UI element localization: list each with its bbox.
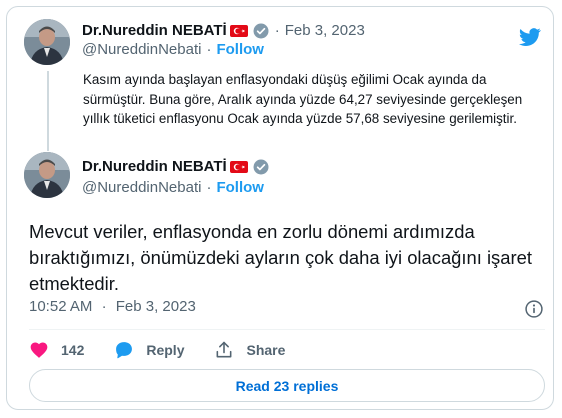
reply-bubble-icon xyxy=(116,342,133,359)
main-handle-row: @NureddinNebati · Follow xyxy=(82,179,264,197)
turkey-flag-icon xyxy=(229,25,248,37)
like-button[interactable]: 142 xyxy=(29,340,84,360)
heart-icon xyxy=(30,342,48,358)
like-count: 142 xyxy=(61,342,85,358)
quoted-date[interactable]: Feb 3, 2023 xyxy=(285,22,365,40)
separator-dot: · xyxy=(206,41,212,58)
twitter-bird-icon[interactable] xyxy=(517,26,543,48)
main-follow-link[interactable]: Follow xyxy=(216,179,264,197)
quoted-follow-link[interactable]: Follow xyxy=(216,41,264,59)
thread-connector-line xyxy=(47,71,49,151)
tweet-time: 10:52 AM xyxy=(29,298,93,315)
quoted-name-row: Dr.Nureddin NEBATİ · Feb 3, 2023 xyxy=(82,22,365,40)
reply-label: Reply xyxy=(146,342,185,358)
share-icon xyxy=(217,341,232,358)
quoted-avatar[interactable] xyxy=(24,19,70,65)
verified-badge-icon xyxy=(253,159,269,175)
turkey-flag-icon xyxy=(229,161,248,173)
share-button[interactable]: Share xyxy=(214,340,285,360)
quoted-tweet-text: Kasım ayında başlayan enflasyondaki düşü… xyxy=(83,72,523,126)
main-handle[interactable]: @NureddinNebati xyxy=(82,179,201,197)
main-avatar[interactable] xyxy=(24,152,70,198)
share-label: Share xyxy=(246,342,286,358)
reply-button[interactable]: Reply xyxy=(114,340,184,360)
main-name-row: Dr.Nureddin NEBATİ xyxy=(82,158,270,176)
verified-badge-icon xyxy=(253,23,269,39)
tweet-actions: 142 Reply Share xyxy=(29,340,315,360)
info-icon[interactable] xyxy=(524,299,544,319)
read-replies-button[interactable]: Read 23 replies xyxy=(29,369,545,402)
main-tweet-text: Mevcut veriler, enflasyonda en zorlu dön… xyxy=(29,221,532,294)
main-display-name[interactable]: Dr.Nureddin NEBATİ xyxy=(82,158,227,176)
tweet-embed-card: Dr.Nureddin NEBATİ · Feb 3, 2023 @Nuredd… xyxy=(6,6,554,410)
quoted-display-name[interactable]: Dr.Nureddin NEBATİ xyxy=(82,22,227,40)
separator-dot: · xyxy=(206,179,212,196)
separator-dot: · xyxy=(274,22,280,39)
quoted-handle-row: @NureddinNebati · Follow xyxy=(82,41,264,59)
quoted-handle[interactable]: @NureddinNebati xyxy=(82,41,201,59)
actions-divider xyxy=(29,329,545,330)
tweet-date: Feb 3, 2023 xyxy=(115,298,196,315)
tweet-timestamp[interactable]: 10:52 AM · Feb 3, 2023 xyxy=(29,298,196,315)
separator-dot: · xyxy=(101,298,107,315)
